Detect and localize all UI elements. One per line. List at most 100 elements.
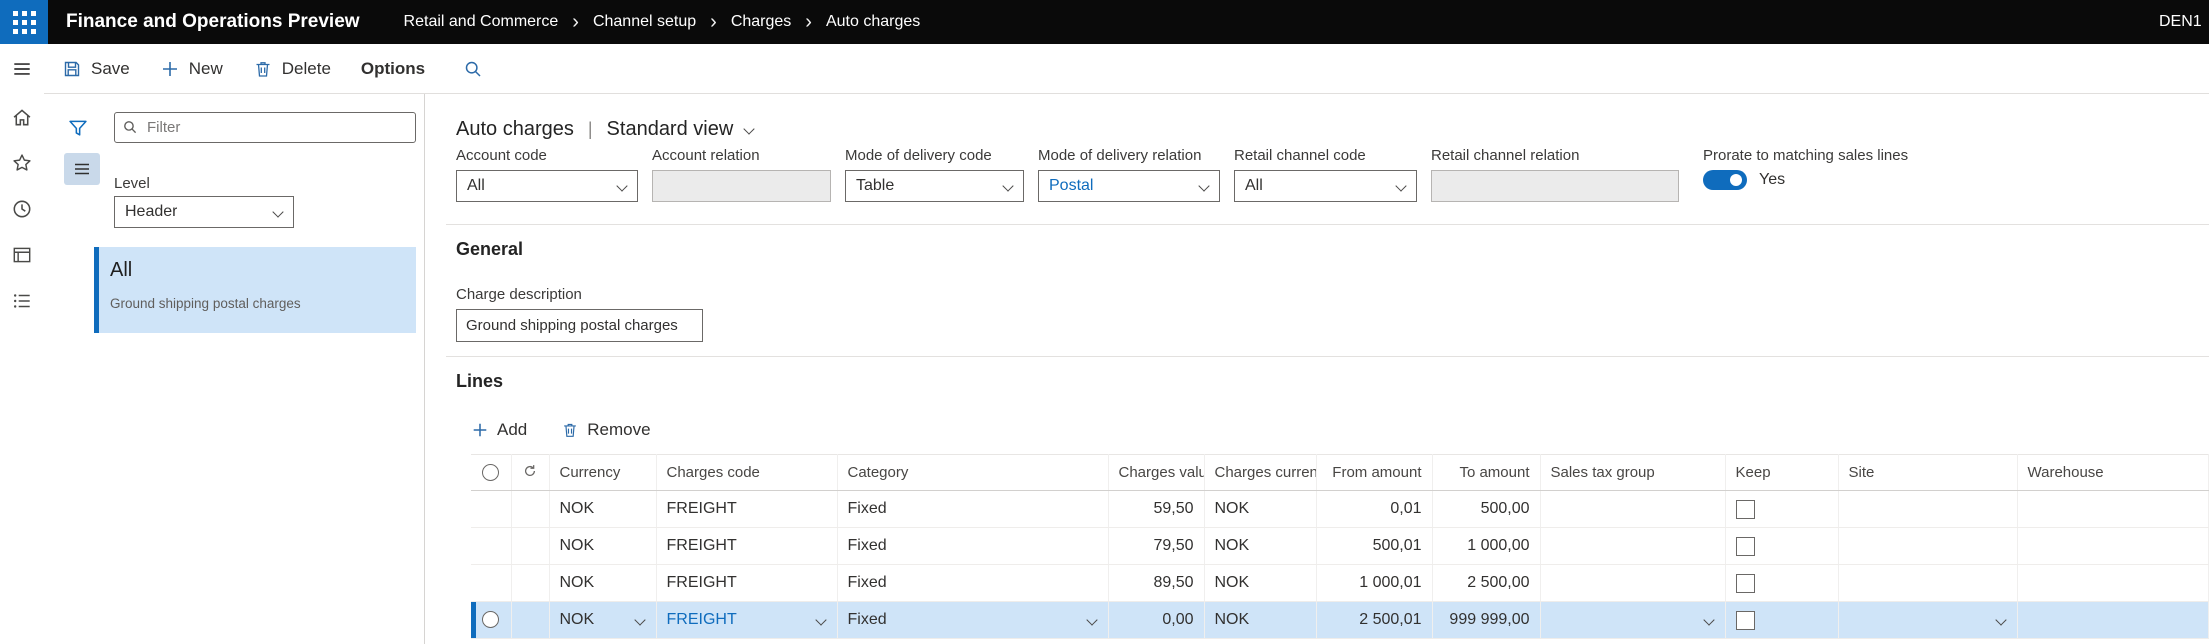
cell-charges-currency[interactable]: NOK xyxy=(1204,527,1317,565)
table-row[interactable]: NOK FREIGHT Fixed 0,00 NOK 2 500,01 999 … xyxy=(471,601,2209,639)
cell-charges-code[interactable]: FREIGHT xyxy=(656,527,838,565)
command-search-button[interactable] xyxy=(463,59,483,79)
select-all-radio[interactable] xyxy=(482,464,500,482)
save-button[interactable]: Save xyxy=(62,59,130,79)
cell-from-amount[interactable]: 2 500,01 xyxy=(1316,601,1433,639)
home-button[interactable] xyxy=(0,94,44,140)
row-select-cell[interactable] xyxy=(471,527,512,565)
cell-from-amount[interactable]: 0,01 xyxy=(1316,490,1433,528)
row-select-cell[interactable] xyxy=(471,601,512,639)
cell-to-amount[interactable]: 999 999,00 xyxy=(1432,601,1541,639)
breadcrumb-item-channel-setup[interactable]: Channel setup xyxy=(589,13,700,31)
row-select-cell[interactable] xyxy=(471,564,512,602)
prorate-toggle[interactable] xyxy=(1703,170,1747,190)
level-select[interactable]: Header xyxy=(114,196,294,228)
cell-keep[interactable] xyxy=(1725,601,1839,639)
app-launcher-button[interactable] xyxy=(0,0,48,44)
cell-warehouse[interactable] xyxy=(2017,564,2209,602)
cell-category[interactable]: Fixed xyxy=(837,564,1109,602)
keep-checkbox[interactable] xyxy=(1735,610,1755,630)
column-header-from-amount[interactable]: From amount xyxy=(1316,454,1433,491)
filter-button[interactable] xyxy=(64,115,92,141)
hamburger-menu-button[interactable] xyxy=(0,44,44,94)
cell-category[interactable]: Fixed xyxy=(837,490,1109,528)
column-header-currency[interactable]: Currency xyxy=(549,454,657,491)
column-header-charges-currency[interactable]: Charges curren... xyxy=(1204,454,1317,491)
breadcrumb-item-auto-charges[interactable]: Auto charges xyxy=(822,13,924,31)
cell-charges-currency[interactable]: NOK xyxy=(1204,564,1317,602)
cell-to-amount[interactable]: 1 000,00 xyxy=(1432,527,1541,565)
cell-charges-code[interactable]: FREIGHT xyxy=(656,490,838,528)
workspaces-button[interactable] xyxy=(0,232,44,278)
cell-charges-value[interactable]: 79,50 xyxy=(1108,527,1205,565)
cell-charges-value[interactable]: 89,50 xyxy=(1108,564,1205,602)
cell-to-amount[interactable]: 2 500,00 xyxy=(1432,564,1541,602)
charge-description-input[interactable] xyxy=(456,309,703,342)
cell-from-amount[interactable]: 500,01 xyxy=(1316,527,1433,565)
general-section-header[interactable]: General xyxy=(456,239,523,260)
favorites-button[interactable] xyxy=(0,140,44,186)
cell-keep[interactable] xyxy=(1725,564,1839,602)
list-item-all[interactable]: All Ground shipping postal charges xyxy=(94,247,416,333)
row-select-cell[interactable] xyxy=(471,490,512,528)
cell-keep[interactable] xyxy=(1725,490,1839,528)
cell-site[interactable] xyxy=(1838,527,2018,565)
column-header-category[interactable]: Category xyxy=(837,454,1109,491)
cell-sales-tax-group[interactable] xyxy=(1540,527,1726,565)
table-row[interactable]: NOK FREIGHT Fixed 79,50 NOK 500,01 1 000… xyxy=(471,527,2209,565)
modules-button[interactable] xyxy=(0,278,44,324)
options-button[interactable]: Options xyxy=(361,59,425,79)
delete-button[interactable]: Delete xyxy=(253,59,331,79)
cell-from-amount[interactable]: 1 000,01 xyxy=(1316,564,1433,602)
cell-site[interactable] xyxy=(1838,490,2018,528)
cell-sales-tax-group[interactable] xyxy=(1540,564,1726,602)
add-line-button[interactable]: Add xyxy=(471,420,527,440)
keep-checkbox[interactable] xyxy=(1735,573,1755,593)
cell-charges-code[interactable]: FREIGHT xyxy=(656,564,838,602)
lines-section-header[interactable]: Lines xyxy=(456,371,503,392)
cell-charges-value[interactable]: 0,00 xyxy=(1108,601,1205,639)
row-select-radio[interactable] xyxy=(482,611,500,629)
recent-button[interactable] xyxy=(0,186,44,232)
new-button[interactable]: New xyxy=(160,59,223,79)
keep-checkbox[interactable] xyxy=(1735,536,1755,556)
column-header-keep[interactable]: Keep xyxy=(1725,454,1839,491)
column-header-site[interactable]: Site xyxy=(1838,454,2018,491)
cell-warehouse[interactable] xyxy=(2017,601,2209,639)
cell-site[interactable] xyxy=(1838,601,2018,639)
cell-currency[interactable]: NOK xyxy=(549,601,657,639)
cell-charges-code[interactable]: FREIGHT xyxy=(656,601,838,639)
cell-category[interactable]: Fixed xyxy=(837,601,1109,639)
cell-site[interactable] xyxy=(1838,564,2018,602)
column-header-to-amount[interactable]: To amount xyxy=(1432,454,1541,491)
table-row[interactable]: NOK FREIGHT Fixed 89,50 NOK 1 000,01 2 5… xyxy=(471,564,2209,602)
cell-charges-currency[interactable]: NOK xyxy=(1204,601,1317,639)
keep-checkbox[interactable] xyxy=(1735,499,1755,519)
view-switcher[interactable]: Standard view xyxy=(607,118,755,141)
breadcrumb-item-charges[interactable]: Charges xyxy=(727,13,795,31)
breadcrumb-item-retail-and-commerce[interactable]: Retail and Commerce xyxy=(400,13,563,31)
table-row[interactable]: NOK FREIGHT Fixed 59,50 NOK 0,01 500,00 xyxy=(471,490,2209,528)
cell-currency[interactable]: NOK xyxy=(549,564,657,602)
column-header-charges-code[interactable]: Charges code xyxy=(656,454,838,491)
cell-charges-value[interactable]: 59,50 xyxy=(1108,490,1205,528)
filter-input[interactable] xyxy=(114,112,416,143)
cell-sales-tax-group[interactable] xyxy=(1540,490,1726,528)
cell-category[interactable]: Fixed xyxy=(837,527,1109,565)
column-header-warehouse[interactable]: Warehouse xyxy=(2017,454,2209,491)
cell-warehouse[interactable] xyxy=(2017,490,2209,528)
column-header-sales-tax-group[interactable]: Sales tax group xyxy=(1540,454,1726,491)
list-view-toggle-button[interactable] xyxy=(64,153,100,185)
cell-charges-currency[interactable]: NOK xyxy=(1204,490,1317,528)
cell-keep[interactable] xyxy=(1725,527,1839,565)
cell-currency[interactable]: NOK xyxy=(549,527,657,565)
mode-of-delivery-relation-select[interactable]: Postal xyxy=(1038,170,1220,202)
cell-sales-tax-group[interactable] xyxy=(1540,601,1726,639)
mode-of-delivery-code-select[interactable]: Table xyxy=(845,170,1024,202)
cell-warehouse[interactable] xyxy=(2017,527,2209,565)
cell-to-amount[interactable]: 500,00 xyxy=(1432,490,1541,528)
retail-channel-code-select[interactable]: All xyxy=(1234,170,1417,202)
cell-currency[interactable]: NOK xyxy=(549,490,657,528)
column-header-charges-value[interactable]: Charges value xyxy=(1108,454,1205,491)
remove-line-button[interactable]: Remove xyxy=(561,420,651,440)
